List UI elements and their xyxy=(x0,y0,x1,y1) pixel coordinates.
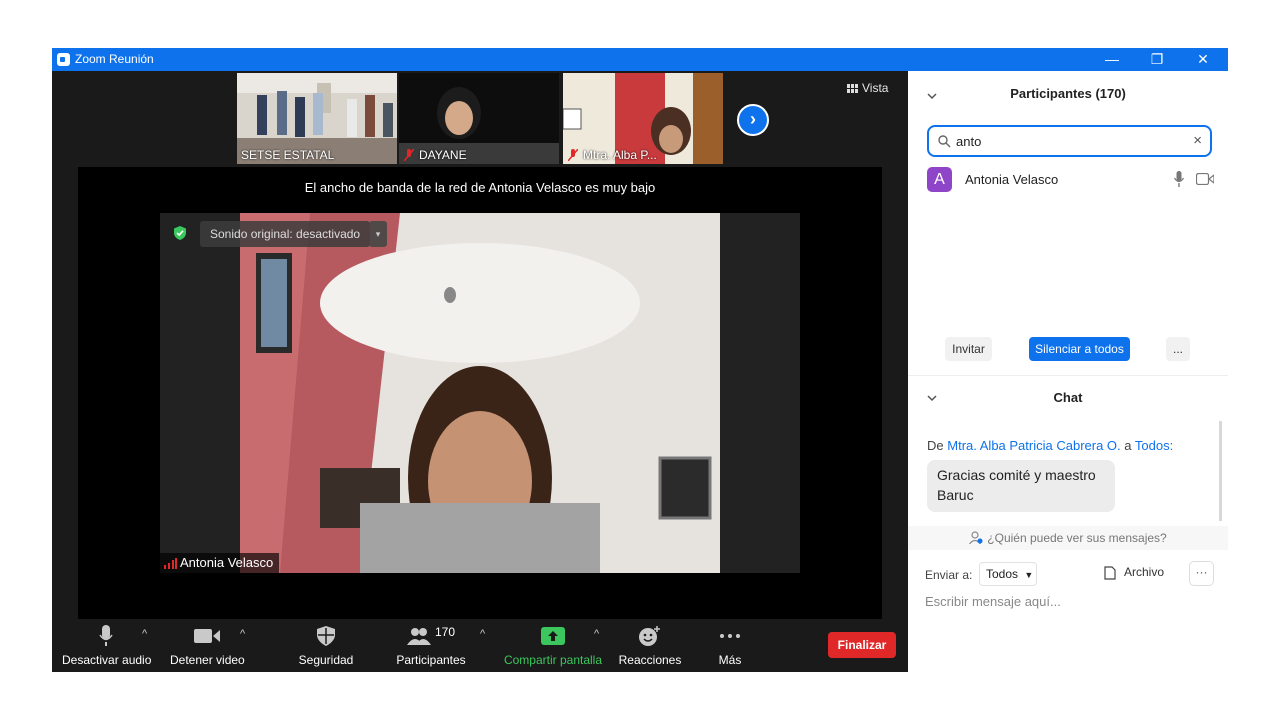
muted-mic-icon xyxy=(568,149,578,161)
participant-thumbnail[interactable]: DAYANE xyxy=(399,73,559,164)
audio-options-caret[interactable]: ^ xyxy=(142,628,147,640)
mute-audio-label: Desactivar audio xyxy=(62,653,152,667)
restore-button[interactable]: ❐ xyxy=(1137,50,1177,68)
reactions-label: Reacciones xyxy=(618,653,682,667)
clear-search-icon[interactable]: × xyxy=(1193,132,1202,149)
title-bar: Zoom Reunión — ❐ ✕ xyxy=(52,48,1228,71)
minimize-button[interactable]: — xyxy=(1092,50,1132,68)
security-label: Seguridad xyxy=(298,653,354,667)
meeting-toolbar: Desactivar audio ^ Detener video ^ Segur… xyxy=(52,619,908,672)
speaker-video-frame xyxy=(160,213,800,573)
stop-video-label: Detener video xyxy=(170,653,245,667)
chat-scrollbar[interactable] xyxy=(1219,421,1222,521)
security-button[interactable]: Seguridad xyxy=(292,625,360,667)
next-page-button[interactable]: › xyxy=(737,104,769,136)
share-screen-label: Compartir pantalla xyxy=(503,653,603,667)
send-row: Enviar a: Todos ▼ Archivo ··· xyxy=(908,561,1228,587)
chat-messages[interactable]: De Mtra. Alba Patricia Cabrera O. a Todo… xyxy=(908,421,1228,526)
recipient-select[interactable]: Todos ▼ xyxy=(979,562,1037,586)
participants-more-button[interactable]: ... xyxy=(1166,337,1190,361)
message-recipient[interactable]: Todos: xyxy=(1135,438,1173,453)
participants-icon xyxy=(406,628,431,645)
smiley-add-icon xyxy=(639,626,660,646)
reactions-button[interactable]: Reacciones xyxy=(618,625,682,667)
view-button[interactable]: Vista xyxy=(847,81,888,95)
chat-title: Chat xyxy=(1053,390,1083,405)
zoom-window: Zoom Reunión — ❐ ✕ SETSE ESTATAL DAYANE … xyxy=(52,48,1228,672)
participant-name: Antonia Velasco xyxy=(965,172,1059,187)
meeting-area: SETSE ESTATAL DAYANE Mtra. Alba P... › V… xyxy=(52,71,908,672)
microphone-icon[interactable] xyxy=(1174,171,1184,187)
file-icon xyxy=(1104,566,1116,580)
search-icon xyxy=(938,135,951,148)
signal-weak-icon xyxy=(164,558,177,569)
participants-label: Participantes xyxy=(396,653,466,667)
avatar: A xyxy=(927,167,952,192)
side-panel: Participantes (170) anto × A Antonia Vel… xyxy=(908,71,1228,672)
participants-title: Participantes (170) xyxy=(1010,86,1126,101)
participants-count: 170 xyxy=(434,625,456,639)
participants-options-caret[interactable]: ^ xyxy=(480,628,485,640)
grid-view-icon xyxy=(847,84,858,93)
caret-down-icon: ▾ xyxy=(375,229,381,239)
video-camera-icon[interactable] xyxy=(1196,173,1214,185)
chat-message-input[interactable]: Escribir mensaje aquí... xyxy=(925,594,1061,609)
chevron-down-icon: ▼ xyxy=(1024,570,1034,580)
file-label: Archivo xyxy=(1124,565,1165,579)
bandwidth-warning: El ancho de banda de la red de Antonia V… xyxy=(304,180,656,195)
security-shield-icon xyxy=(317,626,335,646)
video-camera-icon xyxy=(194,629,220,643)
thumbnail-name: DAYANE xyxy=(419,148,467,162)
more-button[interactable]: Más xyxy=(708,625,752,667)
mute-all-button[interactable]: Silenciar a todos xyxy=(1029,337,1130,361)
end-meeting-button[interactable]: Finalizar xyxy=(828,632,896,658)
microphone-icon xyxy=(99,625,113,646)
speaker-name: Antonia Velasco xyxy=(180,555,274,570)
video-options-caret[interactable]: ^ xyxy=(240,628,245,640)
participant-thumbnail[interactable]: SETSE ESTATAL xyxy=(237,73,397,164)
encryption-shield-icon xyxy=(174,226,186,240)
window-title: Zoom Reunión xyxy=(75,52,154,66)
share-options-caret[interactable]: ^ xyxy=(594,628,599,640)
more-dots-icon xyxy=(720,634,740,638)
participant-search[interactable]: anto × xyxy=(927,125,1212,157)
message-sender[interactable]: Mtra. Alba Patricia Cabrera O. xyxy=(947,438,1120,453)
visibility-text: ¿Quién puede ver sus mensajes? xyxy=(987,531,1167,545)
chat-more-button[interactable]: ··· xyxy=(1189,561,1214,586)
message-prefix: De xyxy=(927,438,944,453)
message-bubble: Gracias comité y maestro Baruc xyxy=(927,460,1115,512)
muted-mic-icon xyxy=(404,149,414,161)
speaker-video[interactable]: Sonido original: desactivado ▾ Antonia V… xyxy=(160,213,800,573)
mute-audio-button[interactable]: Desactivar audio xyxy=(62,625,152,667)
view-label: Vista xyxy=(862,81,889,95)
message-header: De Mtra. Alba Patricia Cabrera O. a Todo… xyxy=(927,438,1173,453)
thumbnail-name: Mtra. Alba P... xyxy=(583,148,657,162)
panel-divider xyxy=(908,375,1228,376)
invite-button[interactable]: Invitar xyxy=(945,337,992,361)
more-label: Más xyxy=(718,653,742,667)
chevron-right-icon: › xyxy=(750,109,756,129)
participant-row[interactable]: A Antonia Velasco xyxy=(927,167,1217,193)
message-visibility-link[interactable]: ¿Quién puede ver sus mensajes? xyxy=(908,526,1228,550)
original-sound-toggle[interactable]: Sonido original: desactivado xyxy=(200,221,371,247)
participants-button[interactable]: 170 Participantes xyxy=(392,625,470,667)
sound-options-dropdown[interactable]: ▾ xyxy=(369,221,387,247)
stop-video-button[interactable]: Detener video xyxy=(170,625,245,667)
speaker-name-tag: Antonia Velasco xyxy=(160,553,280,573)
active-speaker-stage: El ancho de banda de la red de Antonia V… xyxy=(78,167,882,619)
file-button[interactable]: Archivo xyxy=(1104,565,1164,580)
search-input[interactable]: anto xyxy=(956,134,981,149)
share-screen-icon xyxy=(541,627,565,645)
participant-thumbnail[interactable]: Mtra. Alba P... xyxy=(563,73,723,164)
thumbnail-name: SETSE ESTATAL xyxy=(241,148,335,162)
share-screen-button[interactable]: Compartir pantalla xyxy=(502,625,604,667)
person-lock-icon xyxy=(969,531,983,545)
zoom-logo-icon xyxy=(57,53,70,66)
close-window-button[interactable]: ✕ xyxy=(1183,50,1223,68)
recipient-value: Todos xyxy=(986,567,1019,581)
send-to-label: Enviar a: xyxy=(925,568,973,582)
message-connector: a xyxy=(1124,438,1132,453)
